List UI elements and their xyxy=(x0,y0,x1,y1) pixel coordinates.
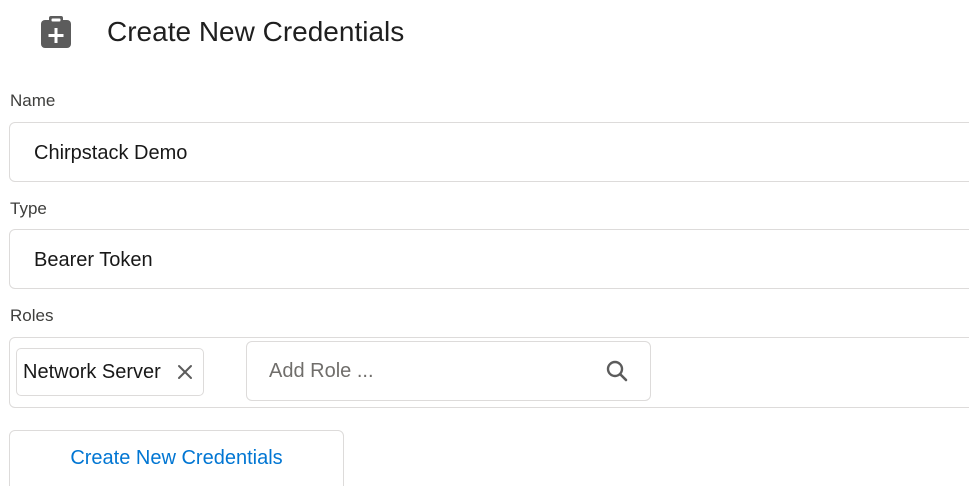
name-label: Name xyxy=(10,91,56,110)
type-value: Bearer Token xyxy=(34,249,153,271)
page-title: Create New Credentials xyxy=(107,16,405,47)
name-field[interactable]: Chirpstack Demo xyxy=(9,122,969,182)
clipboard-plus-icon xyxy=(41,16,71,48)
type-field[interactable]: Bearer Token xyxy=(9,229,969,289)
close-icon xyxy=(177,365,192,379)
add-role-search xyxy=(246,341,651,401)
create-credentials-button[interactable]: Create New Credentials xyxy=(9,430,344,486)
remove-role-button[interactable] xyxy=(175,362,195,382)
create-credentials-panel: Create New Credentials Name Chirpstack D… xyxy=(0,0,969,486)
role-pill-label: Network Server xyxy=(23,360,161,383)
role-pill-network-server: Network Server xyxy=(16,348,204,396)
name-value: Chirpstack Demo xyxy=(34,142,188,164)
page-header: Create New Credentials xyxy=(39,9,404,55)
add-role-input[interactable] xyxy=(269,356,589,386)
roles-field: Network Server xyxy=(9,337,969,408)
type-label: Type xyxy=(10,199,47,218)
search-icon[interactable] xyxy=(606,360,628,382)
roles-label: Roles xyxy=(10,306,54,325)
